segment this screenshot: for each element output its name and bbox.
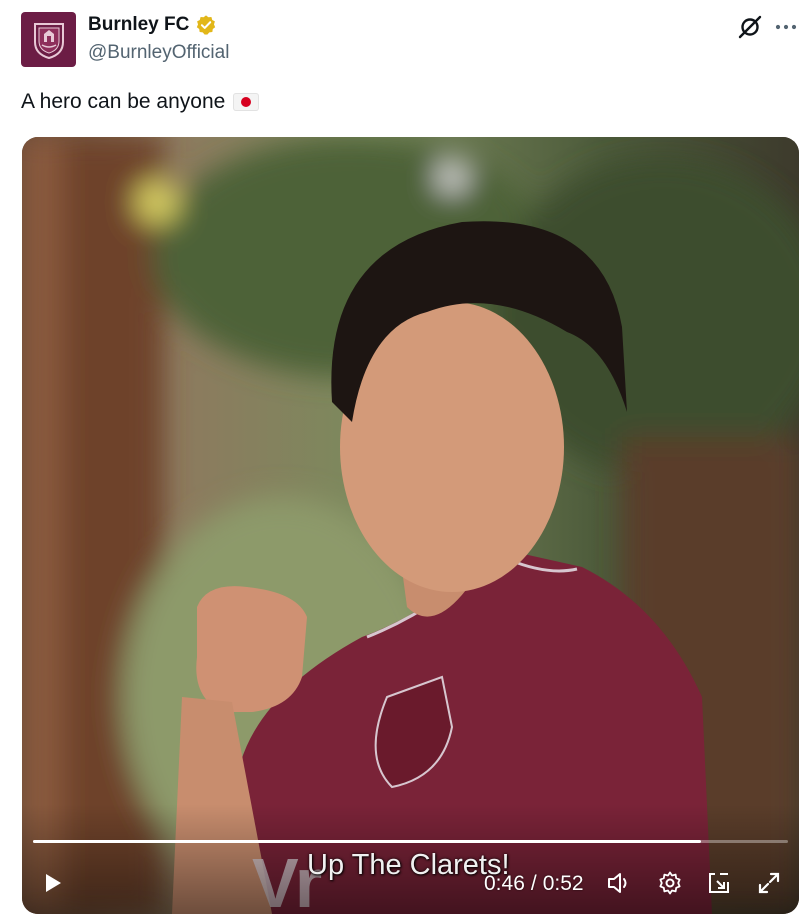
author-name-row[interactable]: Burnley FC [88, 14, 217, 36]
display-name[interactable]: Burnley FC [88, 14, 189, 36]
video-frame: Vr [22, 137, 799, 914]
japan-flag-icon [233, 93, 260, 111]
video-progress-fill [33, 840, 702, 843]
video-controls: 0:46/0:52 [22, 862, 799, 906]
duration: 0:52 [542, 872, 584, 895]
video-player[interactable]: Vr Up The Clarets! 0:46/0:52 [22, 137, 799, 914]
club-crest-icon [33, 22, 64, 59]
settings-button[interactable] [657, 870, 683, 896]
volume-button[interactable] [606, 870, 632, 896]
more-options-button[interactable] [772, 13, 800, 41]
current-time: 0:46 [484, 872, 525, 895]
dock-button[interactable] [706, 870, 732, 896]
more-icon [775, 24, 797, 30]
author-handle[interactable]: @BurnleyOfficial [88, 42, 229, 64]
grok-icon [738, 15, 762, 39]
video-time: 0:46/0:52 [484, 872, 584, 896]
grok-button[interactable] [736, 13, 764, 41]
volume-icon [608, 873, 627, 893]
avatar[interactable] [21, 12, 76, 67]
verified-badge-icon[interactable] [195, 14, 217, 36]
tweet-text: A hero can be anyone [21, 90, 260, 114]
settings-icon [659, 871, 681, 895]
fullscreen-icon [758, 872, 780, 894]
video-progress-bar[interactable] [33, 840, 788, 843]
play-button[interactable] [40, 870, 66, 896]
fullscreen-button[interactable] [756, 870, 782, 896]
play-icon [46, 874, 61, 892]
tweet: Burnley FC @BurnleyOfficial A hero can b… [0, 0, 812, 918]
time-separator: / [530, 872, 537, 895]
dock-icon [709, 873, 729, 893]
tweet-body: A hero can be anyone [21, 90, 226, 113]
